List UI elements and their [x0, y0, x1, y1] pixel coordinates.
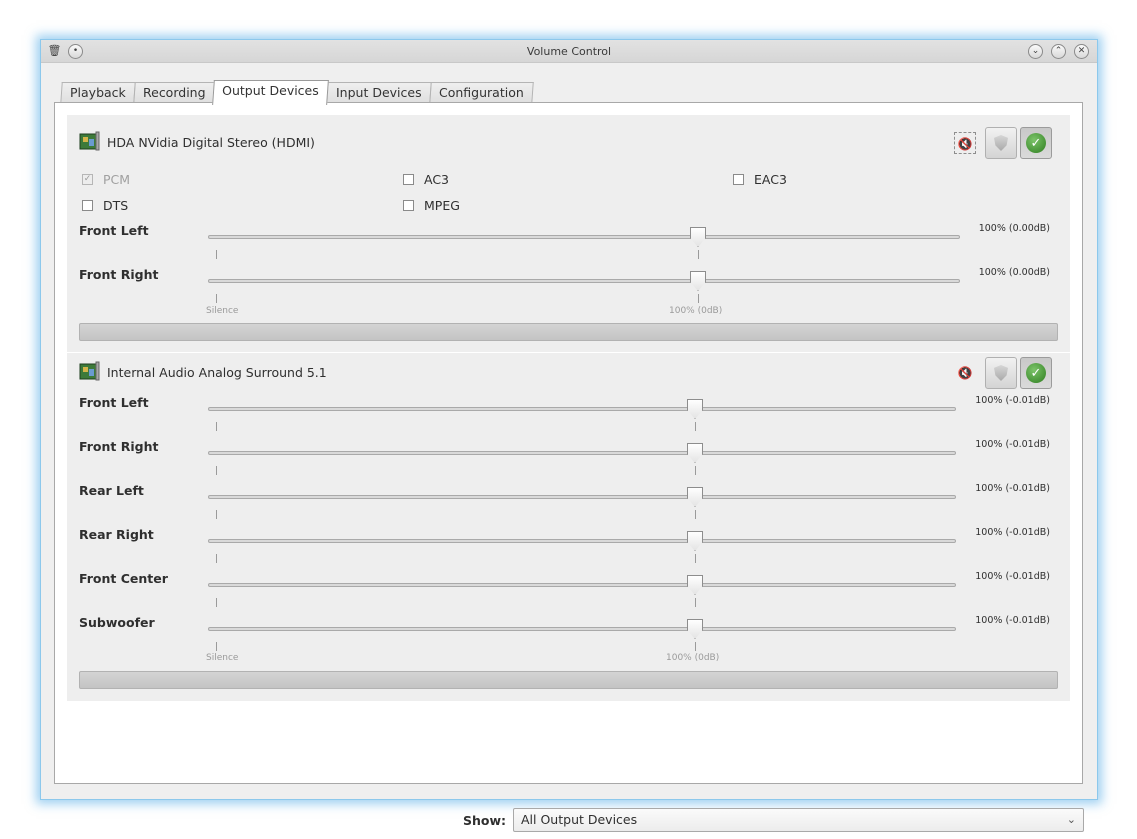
- window-title: Volume Control: [526, 45, 612, 58]
- channel-value: 100% (0.00dB): [978, 223, 1050, 234]
- device-name: Internal Audio Analog Surround 5.1: [107, 365, 327, 380]
- format-mpeg-checkbox[interactable]: MPEG: [403, 198, 460, 213]
- channel-value: 100% (-0.01dB): [975, 527, 1050, 538]
- slider-thumb[interactable]: [687, 619, 703, 639]
- show-dropdown[interactable]: All Output Devices ⌄: [513, 808, 1084, 832]
- channel-value: 100% (-0.01dB): [975, 439, 1050, 450]
- channel-value: 100% (-0.01dB): [975, 615, 1050, 626]
- format-pcm-checkbox[interactable]: ✓ PCM: [82, 172, 130, 187]
- minimize-button[interactable]: ⌄: [1028, 44, 1043, 59]
- tick-mark: [216, 250, 217, 259]
- tick-mark: [216, 554, 217, 563]
- slider-thumb[interactable]: [687, 443, 703, 463]
- scale-mark-norm: 100% (0dB): [669, 306, 723, 316]
- volume-slider-front-right[interactable]: [208, 451, 956, 455]
- checkmark-icon: ✓: [1026, 133, 1046, 153]
- checkmark-icon: ✓: [1026, 363, 1046, 383]
- slider-thumb[interactable]: [687, 399, 703, 419]
- volume-slider-front-right[interactable]: [208, 279, 960, 283]
- volume-control-window: 🗑 • Volume Control ⌄ ⌃ ✕ Playback Record…: [40, 39, 1098, 832]
- device-hdmi: HDA NVidia Digital Stereo (HDMI) 🔇 ✓ ✓ PC…: [67, 115, 1070, 352]
- tick-mark: [216, 422, 217, 431]
- channel-value: 100% (-0.01dB): [975, 395, 1050, 406]
- channel-value: 100% (-0.01dB): [975, 483, 1050, 494]
- output-devices-panel: HDA NVidia Digital Stereo (HDMI) 🔇 ✓ ✓ PC…: [54, 102, 1084, 832]
- maximize-button[interactable]: ⌃: [1051, 44, 1066, 59]
- sound-card-icon: [79, 361, 100, 381]
- tick-mark: [698, 294, 699, 303]
- tick-mark: [695, 642, 696, 651]
- lock-channels-button[interactable]: [985, 357, 1017, 389]
- tab-output-devices[interactable]: Output Devices: [212, 80, 329, 105]
- shield-icon: [994, 135, 1008, 151]
- volume-slider-rear-right[interactable]: [208, 539, 956, 543]
- tick-mark: [216, 294, 217, 303]
- scale-mark-silence: Silence: [206, 306, 239, 316]
- slider-thumb[interactable]: [690, 271, 706, 291]
- mute-speaker-icon[interactable]: 🔇: [954, 132, 976, 154]
- channel-label: Front Left: [79, 223, 149, 238]
- channel-value: 100% (0.00dB): [978, 267, 1050, 278]
- peak-meter: [79, 323, 1058, 341]
- device-analog-surround: Internal Audio Analog Surround 5.1 🔇 ✓ F…: [67, 353, 1070, 701]
- slider-thumb[interactable]: [687, 531, 703, 551]
- tick-mark: [695, 466, 696, 475]
- tick-mark: [698, 250, 699, 259]
- tick-mark: [695, 554, 696, 563]
- channel-label: Rear Right: [79, 527, 154, 542]
- format-ac3-checkbox[interactable]: AC3: [403, 172, 449, 187]
- channel-label: Rear Left: [79, 483, 144, 498]
- channel-value: 100% (-0.01dB): [975, 571, 1050, 582]
- channel-label: Subwoofer: [79, 615, 155, 630]
- tab-configuration[interactable]: Configuration: [428, 82, 534, 104]
- tick-mark: [216, 510, 217, 519]
- tab-bar: Playback Recording Output Devices Input …: [60, 80, 534, 105]
- tab-recording[interactable]: Recording: [133, 82, 216, 104]
- format-dts-checkbox[interactable]: DTS: [82, 198, 128, 213]
- scale-mark-norm: 100% (0dB): [666, 653, 720, 663]
- sound-card-icon: [79, 131, 100, 151]
- titlebar: 🗑 • Volume Control ⌄ ⌃ ✕: [41, 40, 1097, 63]
- channel-label: Front Right: [79, 267, 159, 282]
- slider-thumb[interactable]: [690, 227, 706, 247]
- volume-slider-front-center[interactable]: [208, 583, 956, 587]
- slider-thumb[interactable]: [687, 575, 703, 595]
- set-default-button[interactable]: ✓: [1020, 357, 1052, 389]
- volume-slider-rear-left[interactable]: [208, 495, 956, 499]
- show-selected-value: All Output Devices: [521, 812, 638, 827]
- peak-meter: [79, 671, 1058, 689]
- channel-label: Front Center: [79, 571, 168, 586]
- device-name: HDA NVidia Digital Stereo (HDMI): [107, 135, 315, 150]
- shield-icon: [994, 365, 1008, 381]
- volume-slider-front-left[interactable]: [208, 235, 960, 239]
- format-eac3-checkbox[interactable]: EAC3: [733, 172, 787, 187]
- tick-mark: [695, 598, 696, 607]
- channel-label: Front Right: [79, 439, 159, 454]
- mute-speaker-icon[interactable]: 🔇: [954, 362, 976, 384]
- lock-channels-button[interactable]: [985, 127, 1017, 159]
- show-label: Show:: [463, 813, 507, 828]
- chevron-down-icon: ⌄: [1066, 813, 1076, 826]
- tick-mark: [695, 510, 696, 519]
- tick-mark: [216, 466, 217, 475]
- channel-label: Front Left: [79, 395, 149, 410]
- close-button[interactable]: ✕: [1074, 44, 1089, 59]
- tick-mark: [216, 642, 217, 651]
- tab-playback[interactable]: Playback: [60, 82, 136, 104]
- scale-mark-silence: Silence: [206, 653, 239, 663]
- slider-thumb[interactable]: [687, 487, 703, 507]
- tab-input-devices[interactable]: Input Devices: [326, 82, 432, 104]
- set-default-button[interactable]: ✓: [1020, 127, 1052, 159]
- tick-mark: [216, 598, 217, 607]
- tick-mark: [695, 422, 696, 431]
- volume-slider-front-left[interactable]: [208, 407, 956, 411]
- volume-slider-subwoofer[interactable]: [208, 627, 956, 631]
